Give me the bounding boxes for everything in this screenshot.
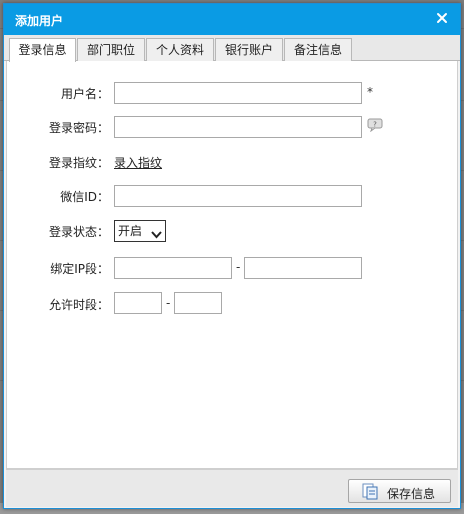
chevron-down-icon [151,226,162,246]
dialog-footer: 保存信息 [6,469,458,507]
tab-personal-info[interactable]: 个人资料 [146,38,214,62]
tab-label: 银行账户 [224,43,273,57]
add-user-dialog: 添加用户 登录信息 部门职位 个人资料 银行账户 备注信息 用户名： * 登录密… [3,3,461,509]
required-mark: * [367,85,373,99]
login-status-label: 登录状态： [48,225,109,239]
tab-remarks[interactable]: 备注信息 [284,38,352,62]
ip-range-start-input[interactable] [114,257,232,279]
login-status-select[interactable]: 开启 [114,220,166,242]
username-label: 用户名： [60,87,109,101]
close-icon[interactable] [434,10,450,26]
tab-login-info[interactable]: 登录信息 [9,38,76,62]
tab-bar: 登录信息 部门职位 个人资料 银行账户 备注信息 [4,35,460,62]
login-status-value: 开启 [118,224,143,238]
ip-range-label: 绑定IP段： [50,262,109,276]
save-document-icon [361,483,379,503]
wechat-id-input[interactable] [114,185,362,207]
tab-label: 备注信息 [293,43,342,57]
time-range-separator: - [166,296,171,310]
ip-range-separator: - [236,260,241,274]
help-bubble-icon[interactable]: ? [367,118,383,135]
tab-label: 部门职位 [86,43,135,57]
tab-label: 登录信息 [18,43,67,57]
time-range-start-input[interactable] [114,292,162,314]
tab-label: 个人资料 [155,43,204,57]
username-input[interactable] [114,82,362,104]
wechat-id-label: 微信ID： [60,190,109,204]
password-input[interactable] [114,116,362,138]
fingerprint-label: 登录指纹： [48,156,109,170]
dialog-titlebar[interactable]: 添加用户 [4,4,460,35]
save-button-label: 保存信息 [387,487,436,501]
tab-bank-account[interactable]: 银行账户 [215,38,283,62]
tab-department-position[interactable]: 部门职位 [77,38,145,62]
ip-range-end-input[interactable] [244,257,362,279]
login-info-panel: 用户名： * 登录密码： ? 登录指纹： 录入指纹 微信ID： 登录状态： 开启 [6,61,458,469]
dialog-title: 添加用户 [15,14,64,28]
enroll-fingerprint-link[interactable]: 录入指纹 [114,154,162,171]
time-range-end-input[interactable] [174,292,222,314]
svg-text:?: ? [373,121,377,129]
save-button[interactable]: 保存信息 [348,479,451,503]
time-range-label: 允许时段： [48,298,109,312]
password-label: 登录密码： [48,121,109,135]
